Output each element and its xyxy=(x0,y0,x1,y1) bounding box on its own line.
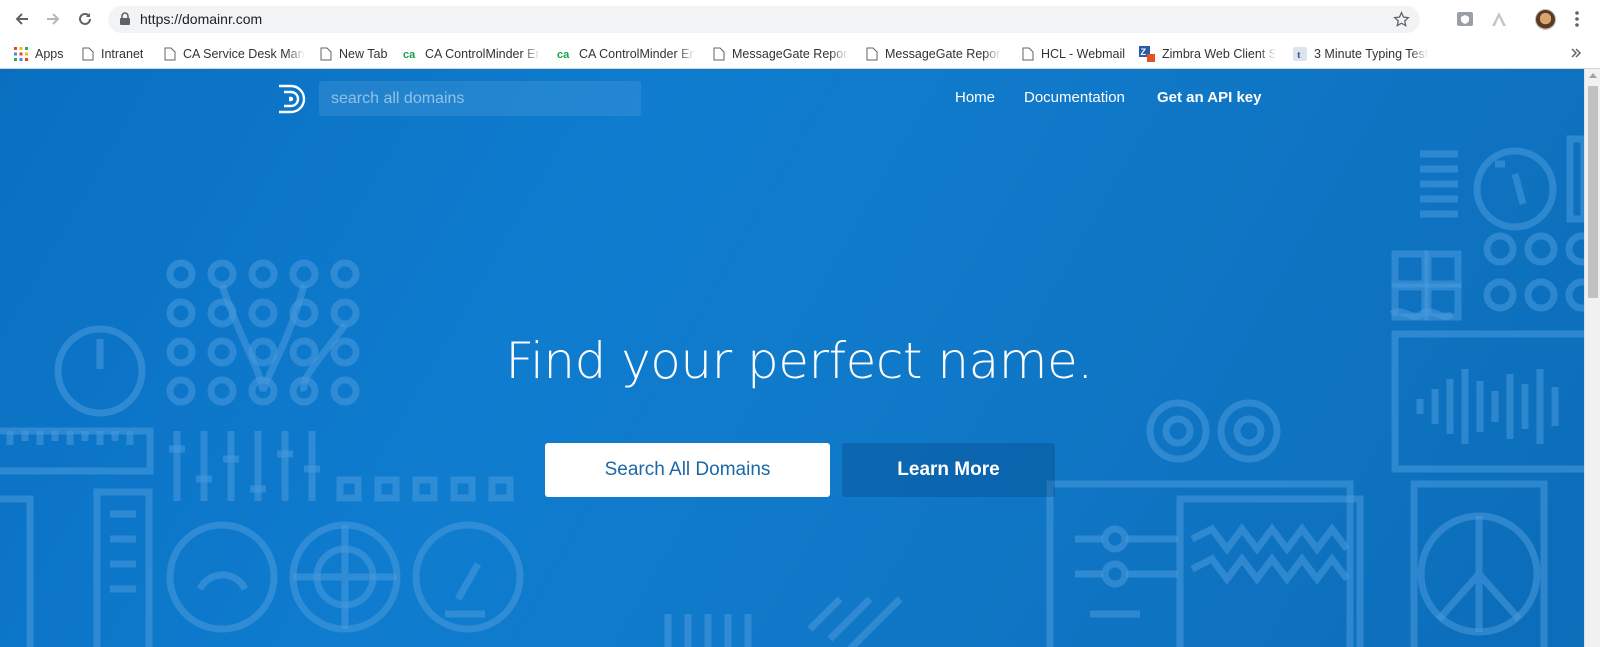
bookmark-label: CA Service Desk Man xyxy=(183,46,305,61)
svg-text:ca: ca xyxy=(557,49,570,60)
zimbra-icon: Z xyxy=(1139,45,1155,62)
bookmark-ca-controlminder-2[interactable]: ca CA ControlMinder En xyxy=(557,44,695,63)
bookmark-label: MessageGate Report xyxy=(885,46,1001,61)
bookmark-ca-controlminder-1[interactable]: ca CA ControlMinder En xyxy=(403,44,540,63)
svg-text:t: t xyxy=(1297,49,1301,61)
apps-grid-icon xyxy=(14,46,28,61)
url-text: https://domainr.com xyxy=(140,11,263,27)
svg-text:ca: ca xyxy=(403,49,416,60)
target-graphic xyxy=(1146,399,1210,463)
bookmark-new-tab[interactable]: New Tab xyxy=(320,44,387,63)
domainr-logo-icon[interactable] xyxy=(277,83,309,115)
page-scrollbar[interactable] xyxy=(1584,69,1600,647)
bookmark-label: New Tab xyxy=(339,46,388,61)
extension-triangle-icon[interactable] xyxy=(1490,10,1508,28)
back-arrow-icon xyxy=(15,13,28,25)
nav-documentation-link[interactable]: Documentation xyxy=(1024,89,1125,106)
page-viewport: Home Documentation Get an API key Find y… xyxy=(0,69,1584,647)
lock-icon xyxy=(120,12,130,25)
svg-text:Z: Z xyxy=(1141,47,1147,57)
reload-button[interactable] xyxy=(73,7,97,31)
bookmark-star-icon[interactable] xyxy=(1393,11,1410,28)
learn-more-button[interactable]: Learn More xyxy=(842,443,1055,497)
hero-title: Find your perfect name. xyxy=(505,332,1093,390)
bookmark-label: Zimbra Web Client Si xyxy=(1162,46,1276,61)
page-icon xyxy=(320,47,332,60)
bookmark-label: CA ControlMinder En xyxy=(579,46,695,61)
forward-button[interactable] xyxy=(41,7,65,31)
bookmarks-bar: Apps Intranet CA Service Desk Man New Ta… xyxy=(0,38,1600,69)
address-bar[interactable]: https://domainr.com xyxy=(108,6,1420,33)
nav-api-key-link[interactable]: Get an API key xyxy=(1157,89,1262,106)
scroll-up-arrow-icon[interactable] xyxy=(1589,73,1597,78)
browser-menu-icon[interactable] xyxy=(1574,10,1580,28)
bookmarks-overflow-icon[interactable] xyxy=(1570,47,1582,59)
page-icon xyxy=(713,47,725,60)
scrollbar-thumb[interactable] xyxy=(1588,86,1598,298)
bookmark-messagegate-1[interactable]: MessageGate Report xyxy=(713,44,848,63)
bookmark-label: CA ControlMinder En xyxy=(425,46,540,61)
bookmark-apps[interactable]: Apps xyxy=(14,44,64,63)
page-icon xyxy=(1022,47,1034,60)
bookmark-messagegate-2[interactable]: MessageGate Report xyxy=(866,44,1001,63)
bars-graphic xyxy=(1420,150,1458,218)
sliders-graphic xyxy=(173,431,316,501)
bookmark-label: Apps xyxy=(35,46,64,61)
forward-arrow-icon xyxy=(47,13,60,25)
bookmark-label: HCL - Webmail xyxy=(1041,46,1126,61)
search-all-domains-button[interactable]: Search All Domains xyxy=(545,443,830,497)
domain-search-input[interactable] xyxy=(319,81,641,116)
page-icon xyxy=(164,47,176,60)
bookmark-label: MessageGate Report xyxy=(732,46,848,61)
page-icon xyxy=(866,47,878,60)
bookmark-intranet[interactable]: Intranet xyxy=(82,44,143,63)
ca-logo-icon: ca xyxy=(403,49,416,60)
nav-home-link[interactable]: Home xyxy=(955,89,995,106)
browser-toolbar: https://domainr.com xyxy=(0,0,1600,38)
profile-avatar[interactable] xyxy=(1535,9,1556,30)
typing-test-icon: t xyxy=(1293,46,1307,61)
bookmark-label: Intranet xyxy=(101,46,144,61)
extension-shield-icon[interactable] xyxy=(1456,10,1474,28)
speedometer-graphic xyxy=(1473,147,1557,231)
back-button[interactable] xyxy=(10,7,34,31)
reload-icon xyxy=(79,12,91,25)
page-icon xyxy=(82,47,94,60)
bookmark-typing-test[interactable]: t 3 Minute Typing Test xyxy=(1293,44,1431,63)
bookmark-ca-service-desk[interactable]: CA Service Desk Man xyxy=(164,44,306,63)
bookmark-label: 3 Minute Typing Test xyxy=(1314,46,1429,61)
bookmark-hcl-webmail[interactable]: HCL - Webmail xyxy=(1022,44,1125,63)
ca-logo-icon: ca xyxy=(557,49,570,60)
bookmark-zimbra[interactable]: Z Zimbra Web Client Si xyxy=(1139,44,1276,63)
